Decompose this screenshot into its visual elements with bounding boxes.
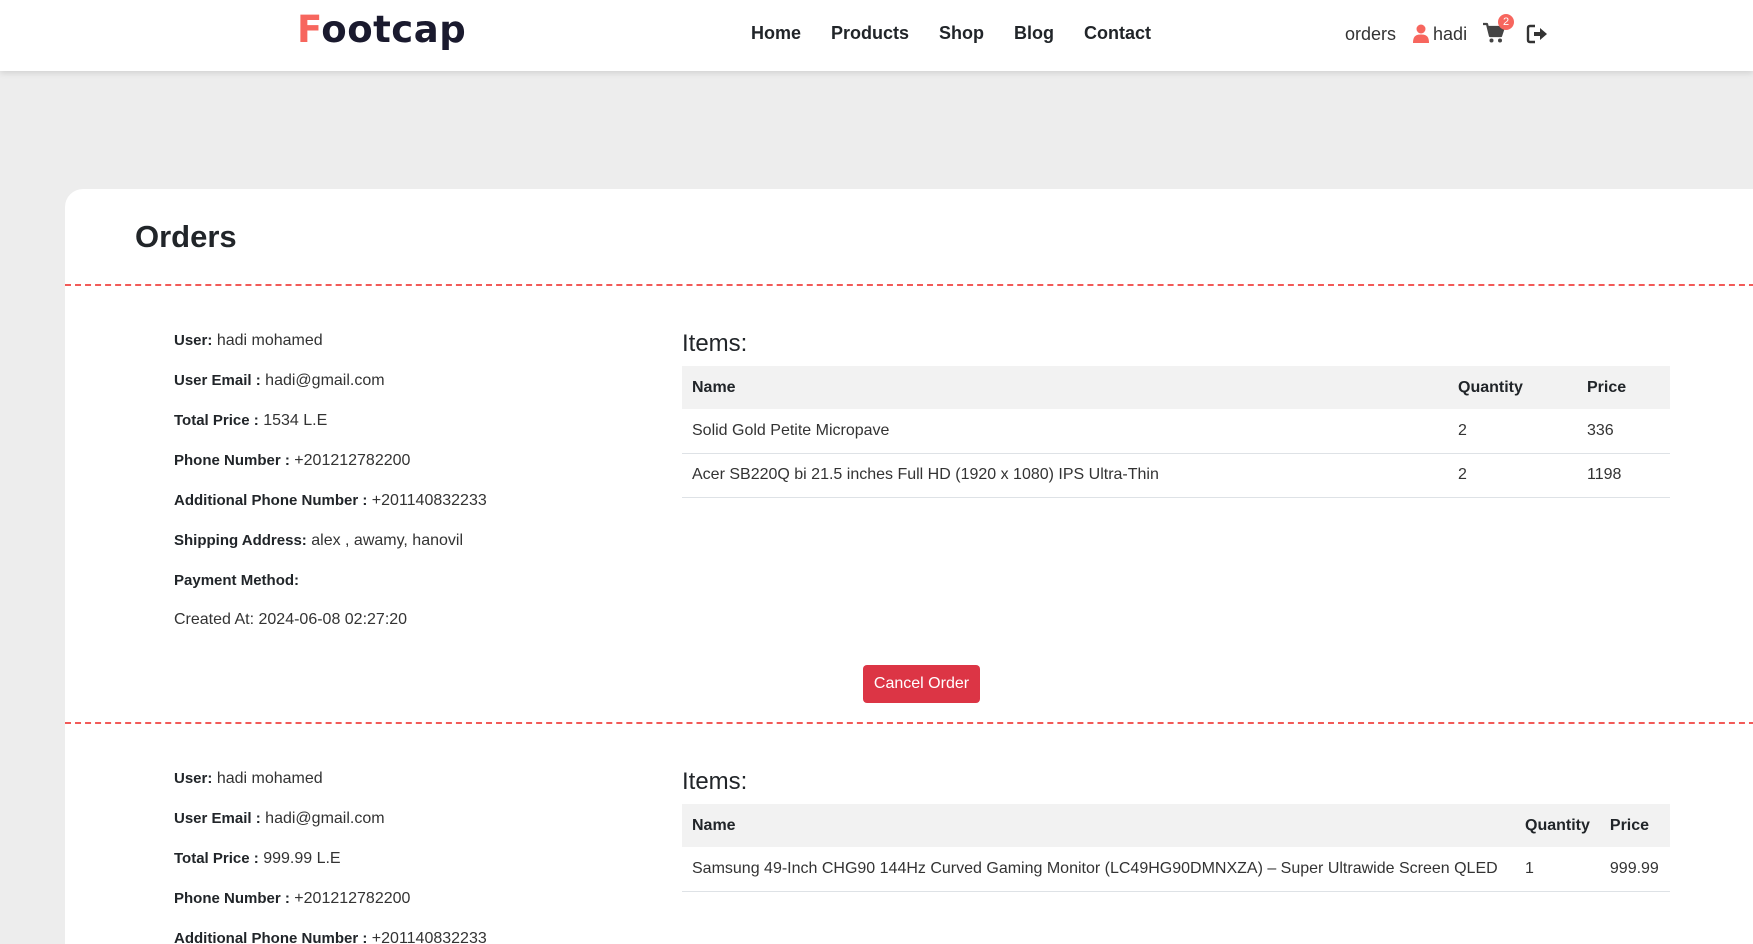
item-price: 1198 <box>1577 453 1670 498</box>
order-payment: Payment Method: <box>174 572 300 589</box>
nav-contact[interactable]: Contact <box>1084 23 1151 44</box>
orders-link[interactable]: orders <box>1345 24 1396 45</box>
order-phone2: Additional Phone Number : +201140832233 <box>174 492 487 509</box>
order-email: User Email : hadi@gmail.com <box>174 372 385 389</box>
col-price: Price <box>1599 804 1670 847</box>
order-phone: Phone Number : +201212782200 <box>174 452 411 469</box>
table-header-row: Name Quantity Price <box>682 804 1670 847</box>
items-table: Name Quantity Price Solid Gold Petite Mi… <box>682 366 1670 498</box>
logo-rest: ootcap <box>321 8 467 51</box>
order-total: Total Price : 999.99 L.E <box>174 850 341 867</box>
table-row: Solid Gold Petite Micropave 2 336 <box>682 409 1670 454</box>
main-nav: Home Products Shop Blog Contact <box>751 23 1151 44</box>
navbar: Footcap Home Products Shop Blog Contact … <box>0 0 1753 71</box>
nav-shop[interactable]: Shop <box>939 23 984 44</box>
items-table: Name Quantity Price Samsung 49-Inch CHG9… <box>682 804 1670 892</box>
item-quantity: 1 <box>1515 847 1600 892</box>
nav-blog[interactable]: Blog <box>1014 23 1054 44</box>
col-price: Price <box>1577 366 1670 409</box>
item-name: Solid Gold Petite Micropave <box>682 409 1448 454</box>
user-area: orders hadi 2 <box>1345 14 1548 48</box>
order-divider <box>65 284 1753 286</box>
order-email: User Email : hadi@gmail.com <box>174 810 385 827</box>
col-name: Name <box>682 804 1515 847</box>
logo-first-letter: F <box>297 8 322 51</box>
col-quantity: Quantity <box>1515 804 1600 847</box>
order-total: Total Price : 1534 L.E <box>174 412 328 429</box>
user-name[interactable]: hadi <box>1433 24 1467 45</box>
user-icon[interactable] <box>1413 24 1430 44</box>
orders-card: Orders User: hadi mohamed User Email : h… <box>65 189 1753 944</box>
page-title: Orders <box>135 219 237 254</box>
col-name: Name <box>682 366 1448 409</box>
logout-icon[interactable] <box>1526 23 1548 45</box>
items-title: Items: <box>682 330 748 357</box>
item-quantity: 2 <box>1448 409 1577 454</box>
cart-count-badge: 2 <box>1498 14 1515 30</box>
order-created: Created At: 2024-06-08 02:27:20 <box>174 611 408 628</box>
order-user: User: hadi mohamed <box>174 770 323 787</box>
col-quantity: Quantity <box>1448 366 1577 409</box>
items-title: Items: <box>682 768 748 795</box>
item-quantity: 2 <box>1448 453 1577 498</box>
nav-home[interactable]: Home <box>751 23 801 44</box>
nav-products[interactable]: Products <box>831 23 909 44</box>
item-price: 999.99 <box>1599 847 1670 892</box>
table-header-row: Name Quantity Price <box>682 366 1670 409</box>
item-name: Samsung 49-Inch CHG90 144Hz Curved Gamin… <box>682 847 1515 892</box>
order-divider <box>65 722 1753 724</box>
item-price: 336 <box>1577 409 1670 454</box>
order-user: User: hadi mohamed <box>174 332 323 349</box>
table-row: Acer SB220Q bi 21.5 inches Full HD (1920… <box>682 453 1670 498</box>
table-row: Samsung 49-Inch CHG90 144Hz Curved Gamin… <box>682 847 1670 892</box>
order-phone: Phone Number : +201212782200 <box>174 890 411 907</box>
item-name: Acer SB220Q bi 21.5 inches Full HD (1920… <box>682 453 1448 498</box>
order-address: Shipping Address: alex , awamy, hanovil <box>174 532 464 549</box>
logo[interactable]: Footcap <box>297 8 466 51</box>
cancel-order-button[interactable]: Cancel Order <box>863 665 980 703</box>
order-phone2: Additional Phone Number : +201140832233 <box>174 930 487 944</box>
cart-button[interactable]: 2 <box>1482 14 1515 46</box>
